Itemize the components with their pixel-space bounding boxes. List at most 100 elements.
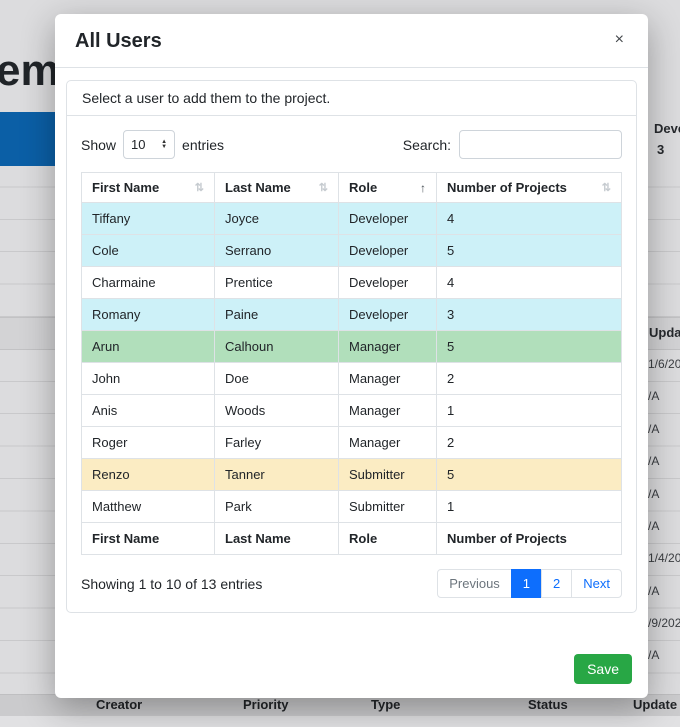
cell-last-name: Farley — [215, 427, 339, 459]
cell-projects: 5 — [437, 235, 622, 267]
entries-info-text: Showing 1 to 10 of 13 entries — [81, 576, 262, 592]
sort-icon: ⇅ — [195, 181, 204, 194]
bg-bottom-header-status: Status — [528, 697, 568, 712]
column-header-projects[interactable]: Number of Projects ⇅ — [437, 173, 622, 203]
bg-cell-fragment: 1/4/202 — [648, 551, 680, 565]
cell-first-name: Anis — [82, 395, 215, 427]
bg-bottom-header-update: Update — [633, 697, 677, 712]
cell-role: Manager — [339, 363, 437, 395]
cell-last-name: Park — [215, 491, 339, 523]
cell-first-name: Charmaine — [82, 267, 215, 299]
cell-role: Developer — [339, 267, 437, 299]
pagination-page-2[interactable]: 2 — [541, 569, 572, 598]
bg-cell-fragment: /A — [648, 584, 659, 598]
entries-select-value: 10 — [131, 137, 145, 152]
bg-cell-fragment: /A — [648, 454, 659, 468]
cell-last-name: Calhoun — [215, 331, 339, 363]
cell-role: Submitter — [339, 491, 437, 523]
table-row[interactable]: Matthew Park Submitter 1 — [82, 491, 622, 523]
cell-role: Manager — [339, 331, 437, 363]
close-icon: × — [615, 31, 624, 48]
cell-last-name: Joyce — [215, 203, 339, 235]
cell-last-name: Tanner — [215, 459, 339, 491]
close-button[interactable]: × — [611, 30, 628, 50]
bg-cell-fragment: /A — [648, 648, 659, 662]
entries-length-control: Show 10 ▲ ▼ entries — [81, 130, 224, 159]
modal-title: All Users — [75, 30, 162, 53]
cell-last-name: Paine — [215, 299, 339, 331]
bg-cell-fragment: /A — [648, 389, 659, 403]
column-header-label: First Name — [92, 180, 159, 195]
search-input[interactable] — [459, 130, 622, 159]
column-header-first-name[interactable]: First Name ⇅ — [82, 173, 215, 203]
modal-body: Select a user to add them to the project… — [55, 68, 648, 644]
column-header-last-name[interactable]: Last Name ⇅ — [215, 173, 339, 203]
show-label: Show — [81, 137, 116, 153]
table-row[interactable]: Renzo Tanner Submitter 5 — [82, 459, 622, 491]
table-row[interactable]: Anis Woods Manager 1 — [82, 395, 622, 427]
cell-projects: 4 — [437, 267, 622, 299]
table-row[interactable]: Tiffany Joyce Developer 4 — [82, 203, 622, 235]
pagination-previous[interactable]: Previous — [437, 569, 512, 598]
footer-first-name: First Name — [82, 523, 215, 555]
entries-label: entries — [182, 137, 224, 153]
bg-cell-fragment: /9/202 — [648, 616, 680, 630]
sort-icon: ⇅ — [319, 181, 328, 194]
column-header-label: Role — [349, 180, 377, 195]
search-control: Search: — [403, 130, 622, 159]
table-meta-row: Showing 1 to 10 of 13 entries Previous 1… — [81, 569, 622, 598]
table-header-row: First Name ⇅ Last Name ⇅ Role ↑ Number o… — [82, 173, 622, 203]
user-picker-card: Select a user to add them to the project… — [66, 80, 637, 613]
pagination-page-1[interactable]: 1 — [511, 569, 542, 598]
bg-cell-fragment: /A — [648, 422, 659, 436]
bg-cell-fragment: /A — [648, 519, 659, 533]
entries-select[interactable]: 10 ▲ ▼ — [123, 130, 175, 159]
table-row[interactable]: Cole Serrano Developer 5 — [82, 235, 622, 267]
table-footer-row: First Name Last Name Role Number of Proj… — [82, 523, 622, 555]
cell-projects: 1 — [437, 491, 622, 523]
table-row[interactable]: Arun Calhoun Manager 5 — [82, 331, 622, 363]
table-row[interactable]: Charmaine Prentice Developer 4 — [82, 267, 622, 299]
table-row[interactable]: John Doe Manager 2 — [82, 363, 622, 395]
column-header-label: Last Name — [225, 180, 291, 195]
cell-last-name: Prentice — [215, 267, 339, 299]
cell-projects: 1 — [437, 395, 622, 427]
bg-bottom-table-row — [0, 716, 680, 727]
instruction-text: Select a user to add them to the project… — [67, 81, 636, 116]
footer-last-name: Last Name — [215, 523, 339, 555]
cell-projects: 2 — [437, 363, 622, 395]
card-body: Show 10 ▲ ▼ entries Search: — [67, 116, 636, 612]
cell-first-name: Matthew — [82, 491, 215, 523]
cell-last-name: Serrano — [215, 235, 339, 267]
cell-last-name: Woods — [215, 395, 339, 427]
cell-projects: 5 — [437, 331, 622, 363]
sort-ascending-icon: ↑ — [420, 181, 426, 195]
column-header-role[interactable]: Role ↑ — [339, 173, 437, 203]
cell-role: Submitter — [339, 459, 437, 491]
bg-column-header-fragment: Deve — [654, 121, 680, 136]
cell-role: Developer — [339, 203, 437, 235]
table-row[interactable]: Romany Paine Developer 3 — [82, 299, 622, 331]
bg-bottom-header-priority: Priority — [243, 697, 289, 712]
sort-icon: ⇅ — [602, 181, 611, 194]
cell-first-name: Arun — [82, 331, 215, 363]
cell-first-name: Tiffany — [82, 203, 215, 235]
modal-header: All Users × — [55, 14, 648, 68]
cell-role: Manager — [339, 427, 437, 459]
cell-last-name: Doe — [215, 363, 339, 395]
bg-cell-fragment: /A — [648, 487, 659, 501]
bg-bottom-header-type: Type — [371, 697, 400, 712]
search-label: Search: — [403, 137, 451, 153]
select-arrows-icon: ▲ ▼ — [161, 140, 167, 150]
cell-first-name: John — [82, 363, 215, 395]
bg-updated-column-header: Update — [649, 325, 680, 340]
column-header-label: Number of Projects — [447, 180, 567, 195]
pagination-next[interactable]: Next — [571, 569, 622, 598]
cell-role: Developer — [339, 299, 437, 331]
table-controls: Show 10 ▲ ▼ entries Search: — [81, 130, 622, 159]
caret-down-icon: ▼ — [161, 145, 167, 150]
table-row[interactable]: Roger Farley Manager 2 — [82, 427, 622, 459]
save-button[interactable]: Save — [574, 654, 632, 684]
bg-cell-fragment: 1/6/202 — [648, 357, 680, 371]
cell-projects: 4 — [437, 203, 622, 235]
